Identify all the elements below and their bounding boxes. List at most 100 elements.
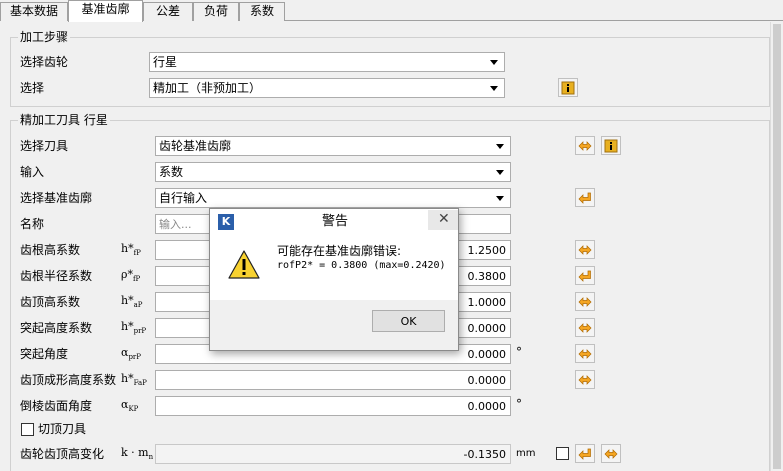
- row-label: 齿顶高系数: [20, 295, 81, 309]
- tip-change-input[interactable]: -0.1350: [155, 444, 511, 464]
- row-label: 突起高度系数: [20, 321, 93, 335]
- row-label: 齿根高系数: [20, 243, 81, 257]
- select-step-value: 精加工（非预加工）: [153, 81, 262, 95]
- tab-basic-data[interactable]: 基本数据: [0, 2, 68, 21]
- select-step-label: 选择: [20, 81, 45, 95]
- tip-relief-checkbox[interactable]: [21, 423, 34, 436]
- convert-button[interactable]: [575, 240, 595, 259]
- row-symbol: h*aP: [121, 294, 143, 310]
- row-value: 0.3800: [467, 270, 507, 283]
- ref-profile-label: 选择基准齿廓: [20, 191, 93, 205]
- warning-icon: [228, 250, 260, 279]
- select-step-combo[interactable]: 精加工（非预加工）: [149, 78, 505, 98]
- apply-button[interactable]: [575, 188, 595, 207]
- info-button[interactable]: [558, 78, 578, 97]
- chevron-down-icon: [490, 60, 498, 65]
- row-symbol: h*fP: [121, 242, 141, 258]
- row-symbol: αKP: [121, 398, 139, 414]
- row-value: 1.2500: [467, 244, 507, 257]
- tip-relief-label: 切顶刀具: [38, 422, 87, 436]
- input-value: 系数: [159, 165, 184, 179]
- scrollbar-thumb[interactable]: [773, 24, 781, 469]
- convert-button[interactable]: [575, 370, 595, 389]
- arrow-left-icon: [578, 192, 591, 204]
- row-value: 0.0000: [467, 348, 507, 361]
- tip-change-value: -0.1350: [463, 448, 506, 461]
- tip-change-checkbox[interactable]: [556, 447, 569, 460]
- convert-button[interactable]: [575, 292, 595, 311]
- row-value: 1.0000: [467, 296, 507, 309]
- tab-reference-profile[interactable]: 基准齿廓: [68, 0, 143, 22]
- arrows-both-icon: [578, 245, 592, 255]
- chevron-down-icon: [496, 170, 504, 175]
- info-icon: [604, 139, 618, 153]
- tool-label: 选择刀具: [20, 139, 69, 153]
- row-symbol: αprP: [121, 346, 141, 362]
- app-logo-icon: K: [218, 214, 234, 230]
- arrow-left-icon: [578, 448, 591, 460]
- dialog-message-line2: rofP2* = 0.3800 (max=0.2420): [277, 260, 446, 271]
- tip-change-label: 齿轮齿顶高变化: [20, 447, 105, 461]
- dialog-message-line1: 可能存在基准齿廓错误:: [277, 244, 402, 258]
- select-gear-label: 选择齿轮: [20, 55, 69, 69]
- select-gear-combo[interactable]: 行星: [149, 52, 505, 72]
- chamfer-angle-input[interactable]: 0.0000: [155, 396, 511, 416]
- info-icon: [561, 81, 575, 95]
- ref-profile-value: 自行输入: [159, 191, 208, 205]
- unit-label: °: [516, 345, 522, 359]
- arrows-both-icon: [578, 349, 592, 359]
- convert-button[interactable]: [575, 344, 595, 363]
- convert-button[interactable]: [601, 444, 621, 463]
- process-step-title: 加工步骤: [18, 30, 71, 44]
- unit-label: °: [516, 397, 522, 411]
- row-value: 0.0000: [467, 374, 507, 387]
- row-value: 0.0000: [467, 400, 507, 413]
- convert-button[interactable]: [575, 318, 595, 337]
- row-symbol: ρ*fP: [121, 268, 141, 284]
- tab-tolerances[interactable]: 公差: [143, 2, 193, 21]
- warning-dialog: K 警告 ✕ 可能存在基准齿廓错误: rofP2* = 0.3800 (max=…: [209, 208, 459, 351]
- tab-load[interactable]: 负荷: [193, 2, 239, 21]
- dialog-title: 警告: [322, 214, 349, 229]
- tool-combo[interactable]: 齿轮基准齿廓: [155, 136, 511, 156]
- arrows-both-icon: [578, 323, 592, 333]
- chevron-down-icon: [496, 144, 504, 149]
- row-value: 0.0000: [467, 322, 507, 335]
- row-label: 突起角度: [20, 347, 69, 361]
- ref-profile-combo[interactable]: 自行输入: [155, 188, 511, 208]
- row-symbol: h*FaP: [121, 372, 147, 388]
- arrows-both-icon: [578, 141, 592, 151]
- dialog-body: 可能存在基准齿廓错误: rofP2* = 0.3800 (max=0.2420): [210, 234, 458, 300]
- close-icon: ✕: [438, 211, 450, 227]
- close-button[interactable]: ✕: [428, 210, 458, 230]
- apply-button[interactable]: [575, 266, 595, 285]
- convert-button[interactable]: [575, 136, 595, 155]
- finishing-tool-title: 精加工刀具 行星: [18, 113, 110, 127]
- tab-bar: 基本数据 基准齿廓 公差 负荷 系数: [0, 0, 783, 22]
- unit-label: mm: [516, 448, 536, 459]
- row-label: 齿顶成形高度系数: [20, 373, 117, 387]
- ok-button[interactable]: OK: [372, 310, 445, 332]
- apply-button[interactable]: [575, 444, 595, 463]
- dialog-footer: OK: [210, 300, 458, 350]
- input-combo[interactable]: 系数: [155, 162, 511, 182]
- chevron-down-icon: [496, 196, 504, 201]
- ok-button-label: OK: [400, 315, 417, 328]
- vertical-scrollbar[interactable]: [770, 22, 783, 471]
- chevron-down-icon: [490, 86, 498, 91]
- row-label: 倒棱齿面角度: [20, 399, 93, 413]
- arrows-both-icon: [578, 297, 592, 307]
- name-label: 名称: [20, 217, 45, 231]
- name-placeholder: 输入...: [159, 218, 192, 231]
- row-label: 齿根半径系数: [20, 269, 93, 283]
- row-symbol: h*prP: [121, 320, 147, 336]
- dialog-title-bar[interactable]: K 警告 ✕: [210, 209, 458, 234]
- tool-info-button[interactable]: [601, 136, 621, 155]
- arrows-both-icon: [604, 449, 618, 459]
- tab-factors[interactable]: 系数: [239, 2, 285, 21]
- select-gear-value: 行星: [153, 55, 178, 69]
- arrows-both-icon: [578, 375, 592, 385]
- tool-value: 齿轮基准齿廓: [159, 139, 232, 153]
- tip-form-height-input[interactable]: 0.0000: [155, 370, 511, 390]
- input-label: 输入: [20, 165, 45, 179]
